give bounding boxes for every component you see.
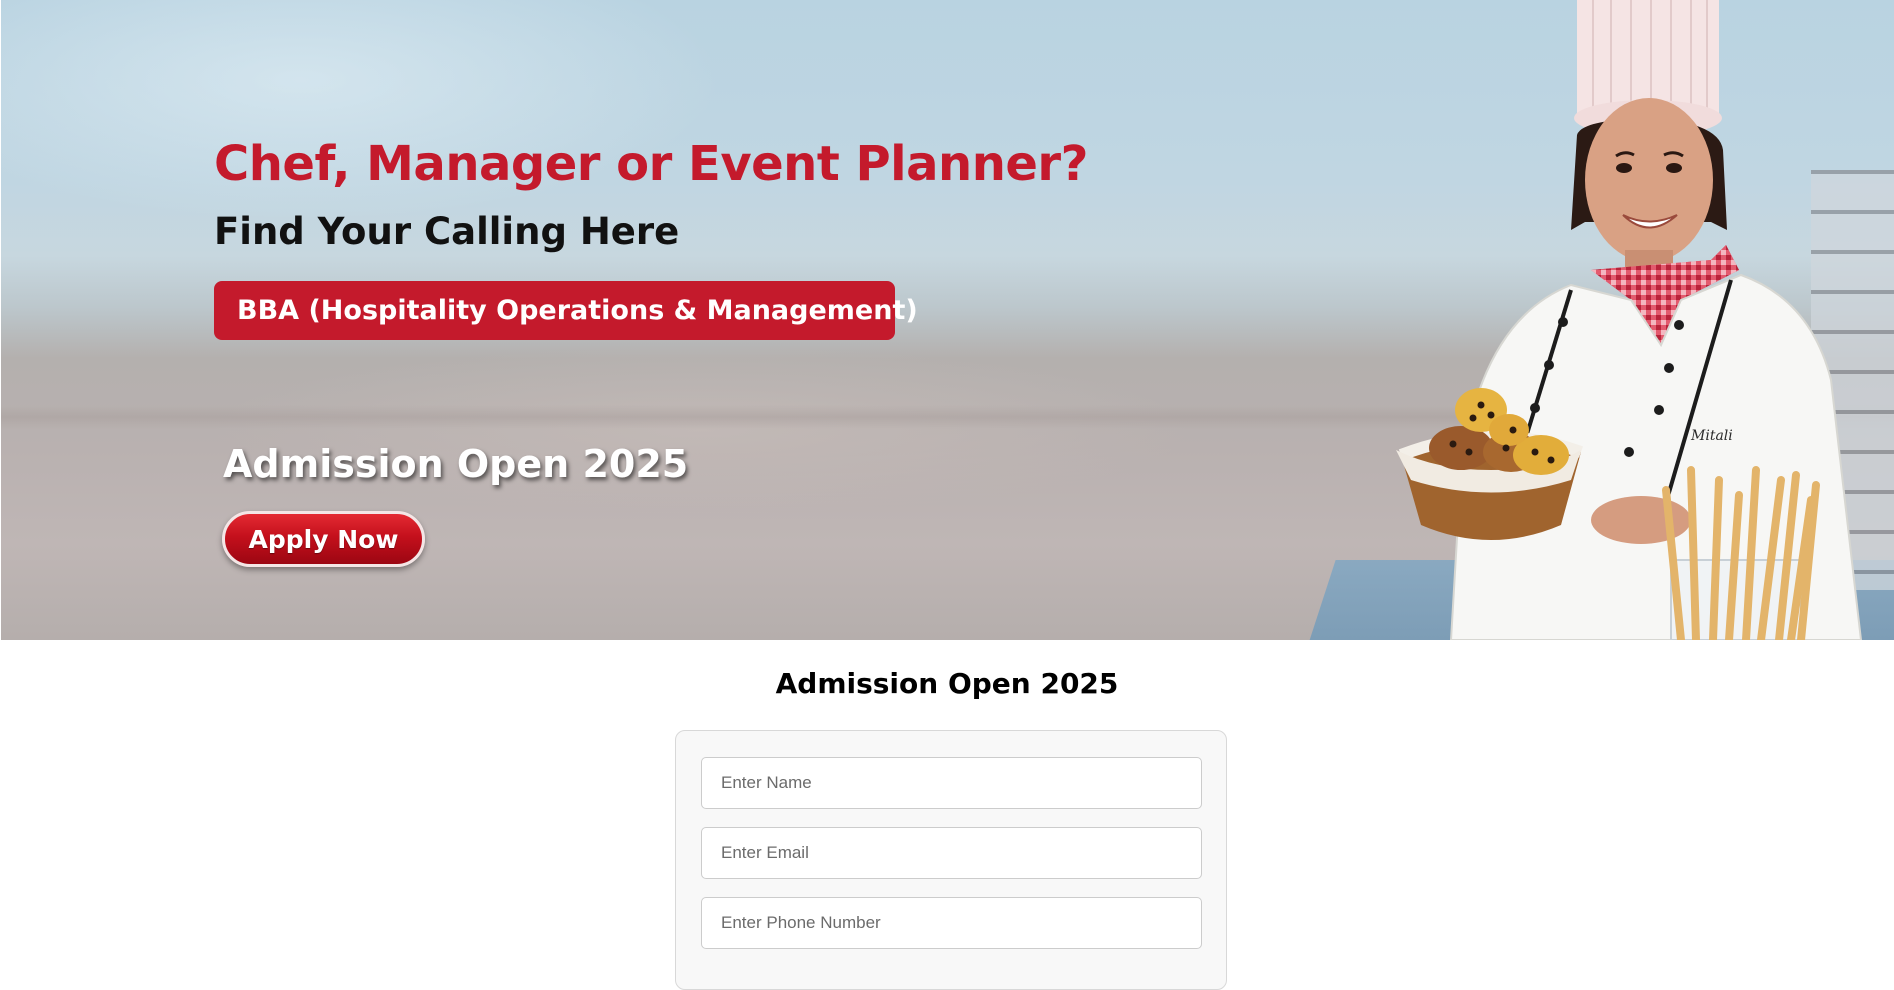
admission-form bbox=[675, 730, 1227, 990]
program-badge: BBA (Hospitality Operations & Management… bbox=[214, 281, 918, 340]
hero-subheadline: Find Your Calling Here bbox=[214, 210, 680, 253]
svg-text:Mitali: Mitali bbox=[1690, 428, 1733, 444]
hero-banner: Chef, Manager or Event Planner? Find You… bbox=[1, 0, 1894, 640]
apply-now-button[interactable]: Apply Now bbox=[222, 511, 425, 567]
name-input[interactable] bbox=[701, 757, 1202, 809]
hero-admission-text: Admission Open 2025 bbox=[223, 442, 689, 486]
chef-photo-icon: Mitali bbox=[1396, 0, 1863, 640]
hero-headline: Chef, Manager or Event Planner? bbox=[214, 136, 1088, 192]
phone-input[interactable] bbox=[701, 897, 1202, 949]
email-input[interactable] bbox=[701, 827, 1202, 879]
form-title: Admission Open 2025 bbox=[775, 667, 1119, 700]
